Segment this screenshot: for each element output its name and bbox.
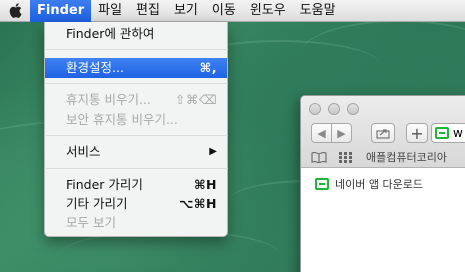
address-bar[interactable]: w — [431, 123, 465, 143]
back-button[interactable]: ◀ — [311, 123, 332, 143]
grid-icon[interactable] — [339, 151, 352, 163]
menu-file[interactable]: 파일 — [91, 0, 129, 22]
naver-app-download-link[interactable]: 네이버 앱 다운로드 — [315, 176, 423, 192]
empty-trash-shortcut: ⇧⌘⌫ — [174, 92, 217, 107]
safari-toolbar: ◀ ▶ + w 애플컴퓨터코리아 — [301, 96, 465, 168]
naver-app-icon — [315, 178, 329, 190]
menu-separator — [46, 83, 228, 84]
zoom-window-button[interactable] — [347, 103, 359, 115]
menu-item-secure-empty-trash[interactable]: 보안 휴지통 비우기... — [45, 110, 227, 130]
menu-finder[interactable]: Finder — [30, 0, 92, 22]
secure-empty-trash-label: 보안 휴지통 비우기... — [66, 112, 178, 127]
menu-item-empty-trash[interactable]: 휴지통 비우기... ⇧⌘⌫ — [45, 90, 227, 110]
show-all-label: 모두 보기 — [66, 215, 116, 230]
submenu-arrow-icon: ▶ — [209, 146, 217, 157]
menu-go[interactable]: 이동 — [205, 0, 243, 22]
forward-button[interactable]: ▶ — [331, 123, 352, 143]
hide-finder-label: Finder 가리기 — [66, 177, 143, 192]
share-icon — [376, 129, 390, 139]
bookmark-apple-korea[interactable]: 애플컴퓨터코리아 — [366, 149, 447, 165]
menu-separator — [46, 135, 228, 136]
hide-others-shortcut: ⌥⌘H — [179, 196, 217, 211]
menu-item-about-finder[interactable]: Finder에 관하여 — [45, 24, 227, 44]
menu-bar: Finder 파일 편집 보기 이동 윈도우 도움말 — [0, 0, 465, 22]
about-finder-label: Finder에 관하여 — [66, 26, 155, 41]
finder-menu-dropdown: Finder에 관하여 환경설정... ⌘, 휴지통 비우기... ⇧⌘⌫ 보안… — [44, 22, 228, 237]
hide-finder-shortcut: ⌘H — [193, 177, 217, 192]
menu-item-hide-others[interactable]: 기타 가리기 ⌥⌘H — [45, 194, 227, 214]
chevron-right-icon: ▶ — [337, 126, 346, 140]
share-button[interactable] — [371, 123, 395, 143]
minimize-window-button[interactable] — [328, 103, 340, 115]
apple-menu-button[interactable] — [0, 0, 30, 22]
preferences-label: 환경설정... — [66, 60, 124, 75]
menu-window[interactable]: 윈도우 — [243, 0, 293, 22]
menu-separator — [46, 168, 228, 169]
empty-trash-label: 휴지통 비우기... — [66, 92, 151, 107]
naver-app-download-label: 네이버 앱 다운로드 — [335, 178, 423, 191]
menu-view[interactable]: 보기 — [167, 0, 205, 22]
close-window-button[interactable] — [309, 103, 321, 115]
menu-item-preferences[interactable]: 환경설정... ⌘, — [45, 58, 227, 78]
menu-edit[interactable]: 편집 — [129, 0, 167, 22]
address-text: w — [453, 126, 463, 140]
chevron-left-icon: ◀ — [317, 126, 326, 140]
book-icon[interactable] — [311, 151, 327, 163]
new-tab-button[interactable]: + — [406, 123, 428, 143]
menu-item-show-all[interactable]: 모두 보기 — [45, 213, 227, 233]
apple-logo-icon — [9, 3, 21, 18]
safari-window: ◀ ▶ + w 애플컴퓨터코리아 네이버 앱 다운로드 — [300, 95, 465, 272]
services-label: 서비스 — [66, 144, 101, 159]
preferences-shortcut: ⌘, — [199, 60, 217, 75]
menu-separator — [46, 49, 228, 50]
naver-favicon-icon — [435, 127, 449, 139]
menu-help[interactable]: 도움말 — [293, 0, 343, 22]
plus-icon: + — [410, 123, 424, 143]
bookmarks-bar: 애플컴퓨터코리아 — [301, 146, 465, 168]
menu-item-services[interactable]: 서비스 ▶ — [45, 142, 227, 162]
menu-item-hide-finder[interactable]: Finder 가리기 ⌘H — [45, 175, 227, 195]
hide-others-label: 기타 가리기 — [66, 196, 128, 211]
